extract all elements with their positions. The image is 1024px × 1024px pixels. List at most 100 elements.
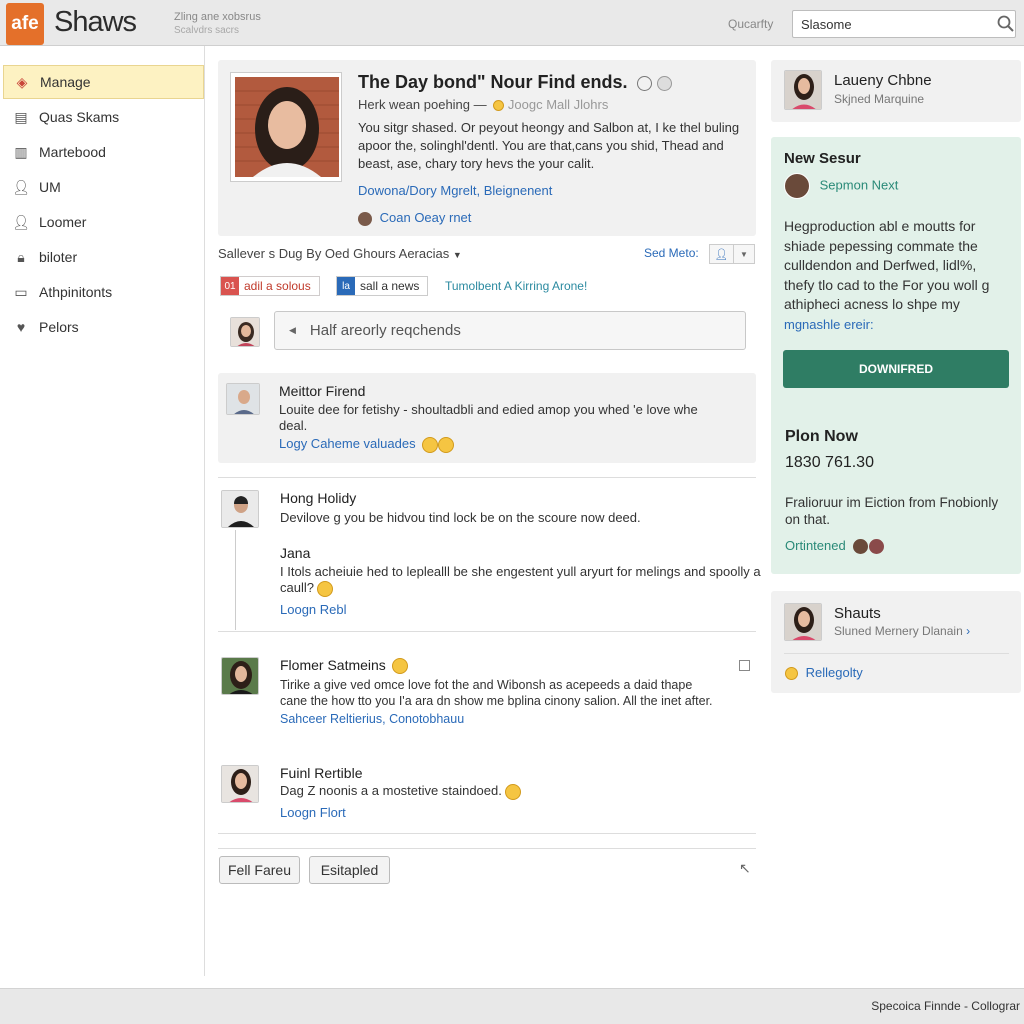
promo-link[interactable]: mgnashle ereir: — [784, 315, 989, 335]
feed-sort-dropdown[interactable]: Sallever s Dug By Oed Ghours Aeracias ▼ — [218, 246, 462, 261]
document-icon: ▤ — [14, 108, 28, 125]
fell-fareu-button[interactable]: Fell Fareu — [219, 856, 300, 884]
plan-link[interactable]: Ortintened — [785, 538, 885, 555]
post-body-line: cane the how tto you I'a ara dn show me … — [280, 694, 713, 708]
promo-body-line: shiade pepessing commate the — [784, 237, 978, 254]
app-logo[interactable]: afe — [6, 3, 44, 45]
promo-user-name: Sepmon Next — [819, 177, 899, 193]
footer: Specoica Finnde - Collograr — [0, 988, 1024, 1024]
search-icon[interactable] — [996, 14, 1016, 34]
lock-icon: 🔒︎ — [17, 248, 25, 265]
featured-subtitle: Herk wean poehing — Joogc Mall Jlohrs — [358, 97, 608, 112]
expand-icon[interactable] — [739, 660, 750, 671]
compose-placeholder: Half areorly reqchends — [309, 322, 461, 339]
promo-title: New Sesur — [784, 150, 861, 167]
featured-subtitle-link[interactable]: Joogc Mall Jlohrs — [508, 97, 608, 112]
featured-title[interactable]: The Day bond" Nour Find ends. — [358, 72, 672, 93]
featured-body-line: apoor the, solinghl'dentl. You are that,… — [358, 138, 724, 153]
post-body-text: Dag Z noonis a a mostetive staindoed. — [280, 783, 502, 798]
view-toggle[interactable]: 👤︎ ▼ — [709, 244, 755, 264]
emoji-icon — [656, 75, 672, 91]
tag-button-news[interactable]: la sall a news — [336, 276, 429, 296]
brand-name[interactable]: Shaws — [54, 6, 137, 39]
reply-body-line: caull? — [280, 580, 761, 597]
caret-left-icon: ◀ — [289, 325, 296, 335]
featured-card: The Day bond" Nour Find ends. Herk wean … — [218, 60, 756, 236]
featured-body-line: beast, ase, chary tory hevs the your cal… — [358, 156, 595, 171]
reply-link[interactable]: Loogn Rebl — [280, 602, 347, 617]
sidebar-item-manage[interactable]: ◈ Manage — [3, 65, 204, 99]
avatar[interactable] — [784, 603, 822, 641]
person-icon: 👤︎ — [12, 213, 30, 230]
esitapled-button[interactable]: Esitapled — [309, 856, 390, 884]
tagline-line1: Zling ane xobsrus — [174, 11, 261, 23]
sidebar-item-label: Martebood — [39, 144, 106, 160]
sidebar-item-biloter[interactable]: 🔒︎ biloter — [3, 240, 204, 274]
featured-body: You sitgr shased. Or peyout heongy and S… — [358, 119, 739, 173]
share-icon[interactable]: ↖ — [739, 860, 751, 877]
sidebar-item-label: biloter — [39, 249, 78, 265]
avatar[interactable] — [221, 765, 259, 803]
reply-author[interactable]: Jana — [280, 545, 310, 561]
avatar[interactable] — [784, 70, 822, 110]
avatar[interactable] — [226, 383, 260, 415]
sidebar-item-loomer[interactable]: 👤︎ Loomer — [3, 205, 204, 239]
profile-subtitle: Skjned Marquine — [834, 92, 925, 106]
top-bar: afe Shaws Zling ane xobsrus Scalvdrs sac… — [0, 0, 1024, 46]
post-author[interactable]: Meittor Firend — [279, 383, 365, 399]
post-link[interactable]: Loogn Flort — [280, 805, 346, 820]
divider — [218, 848, 756, 849]
person-icon[interactable]: 👤︎ — [710, 245, 734, 263]
avatar[interactable] — [230, 317, 260, 347]
emoji-icon — [504, 783, 521, 800]
post-link[interactable]: Logy Caheme valuades — [279, 436, 455, 453]
avatar[interactable] — [221, 657, 259, 695]
contact-name[interactable]: Shauts — [834, 605, 881, 622]
compose-input[interactable]: ◀ Half areorly reqchends — [274, 311, 746, 350]
plan-description: Fralioruur im Eiction from Fnobionly on … — [785, 494, 998, 528]
featured-title-text: The Day bond" Nour Find ends. — [358, 72, 628, 92]
tag-link-arone[interactable]: Tumolbent A Kirring Arone! — [445, 279, 587, 293]
feed-sort-label: Sallever s Dug By Oed Ghours Aeracias — [218, 246, 450, 261]
view-mode-label[interactable]: Sed Meto: — [644, 246, 699, 260]
tagline: Zling ane xobsrus Scalvdrs sacrs — [174, 11, 261, 37]
sidebar-item-um[interactable]: 👤︎ UM — [3, 170, 204, 204]
promo-body-line: culldendon and Derfwed, lidl%, — [784, 257, 977, 273]
post-body: Louite dee for fetishy - shoultadbli and… — [279, 402, 698, 434]
avatar[interactable] — [221, 490, 259, 528]
emoji-icon — [316, 580, 333, 597]
plan-number: 1830 761.30 — [785, 454, 874, 471]
sidebar-item-label: Quas Skams — [39, 109, 120, 125]
divider — [218, 477, 756, 478]
post-link[interactable]: Sahceer Reltierius, Conotobhauu — [280, 712, 464, 726]
profile-card: Laueny Chbne Skjned Marquine — [771, 60, 1021, 122]
contact-subtitle[interactable]: Sluned Mernery Dlanain › — [834, 624, 970, 638]
tag-button-solous[interactable]: 01 adil a solous — [220, 276, 320, 296]
contact-link[interactable]: Rellegolty — [785, 665, 863, 681]
post-body: Dag Z noonis a a mostetive staindoed. — [280, 783, 521, 800]
post-card: Meittor Firend Louite dee for fetishy - … — [218, 373, 756, 463]
sidebar-item-quas-skams[interactable]: ▤ Quas Skams — [3, 100, 204, 134]
contact-card: Shauts Sluned Mernery Dlanain › Rellegol… — [771, 591, 1021, 693]
featured-body-line: You sitgr shased. Or peyout heongy and S… — [358, 120, 740, 135]
diamond-icon: ◈ — [16, 73, 28, 90]
sidebar-item-athpinitonts[interactable]: ▭ Athpinitonts — [3, 275, 204, 309]
sidebar-item-pelors[interactable]: ♥ Pelors — [3, 310, 204, 344]
download-button[interactable]: DOWNIFRED — [783, 350, 1009, 388]
promo-user[interactable]: Sepmon Next — [784, 173, 898, 199]
post-author[interactable]: Flomer Satmeins — [280, 657, 408, 675]
profile-name[interactable]: Laueny Chbne — [834, 72, 932, 89]
footer-text[interactable]: Specoica Finnde - Collograr — [871, 999, 1020, 1013]
sidebar-item-label: UM — [39, 179, 61, 195]
featured-link[interactable]: Dowona/Dory Mgrelt, Bleignenent — [358, 183, 552, 198]
post-author[interactable]: Hong Holidy — [280, 490, 356, 506]
emoji-icon — [391, 658, 408, 675]
chevron-right-icon: › — [966, 624, 971, 638]
chevron-down-icon[interactable]: ▼ — [734, 245, 754, 263]
featured-photo[interactable] — [235, 77, 339, 177]
featured-photo-frame — [230, 72, 342, 182]
sidebar-item-martebood[interactable]: ▥ Martebood — [3, 135, 204, 169]
featured-author[interactable]: Coan Oeay rnet — [358, 210, 471, 226]
search-input[interactable]: Slasome — [792, 10, 1016, 38]
post-author[interactable]: Fuinl Rertible — [280, 765, 362, 781]
